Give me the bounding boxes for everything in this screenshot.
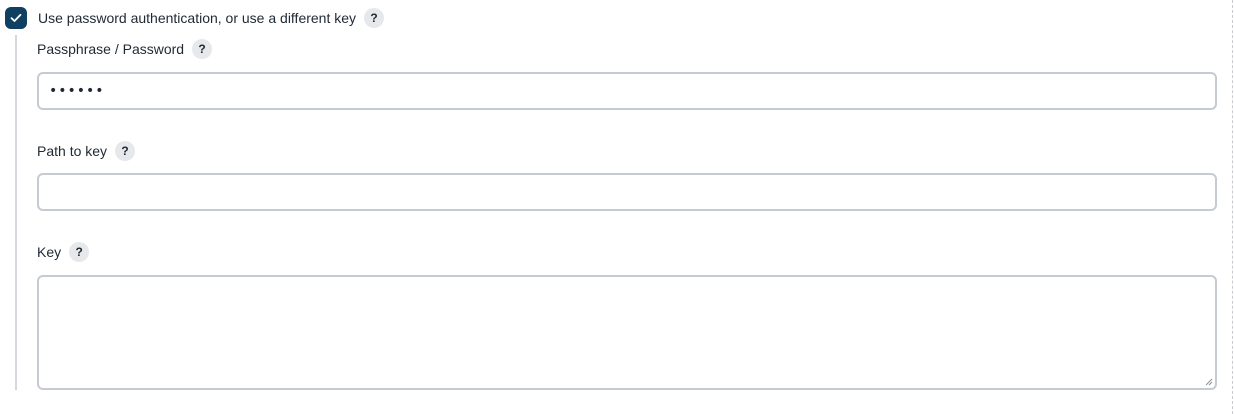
question-mark-icon[interactable]: ? <box>115 141 136 161</box>
question-mark-icon[interactable]: ? <box>192 39 213 59</box>
password-auth-label[interactable]: Use password authentication, or use a di… <box>38 7 356 29</box>
path-to-key-label-row: Path to key ? <box>37 140 136 162</box>
resize-grip-icon[interactable] <box>1203 376 1213 386</box>
path-to-key-label: Path to key <box>37 143 108 159</box>
section-divider <box>1232 0 1233 414</box>
key-textarea[interactable] <box>37 275 1217 390</box>
nested-section-indicator <box>15 35 17 390</box>
passphrase-field[interactable]: •••••• <box>37 72 1217 110</box>
key-label-row: Key ? <box>37 241 90 263</box>
passphrase-label: Passphrase / Password <box>37 41 185 57</box>
question-mark-icon[interactable]: ? <box>69 242 90 262</box>
path-to-key-field[interactable] <box>37 173 1217 211</box>
checkmark-icon <box>10 13 22 22</box>
ssh-key-auth-section: Use password authentication, or use a di… <box>0 0 1234 414</box>
password-auth-option: Use password authentication, or use a di… <box>5 7 385 29</box>
password-auth-checkbox[interactable] <box>5 7 27 29</box>
passphrase-value: •••••• <box>49 83 105 99</box>
passphrase-label-row: Passphrase / Password ? <box>37 38 213 60</box>
question-mark-icon[interactable]: ? <box>364 8 385 28</box>
key-label: Key <box>37 244 62 260</box>
